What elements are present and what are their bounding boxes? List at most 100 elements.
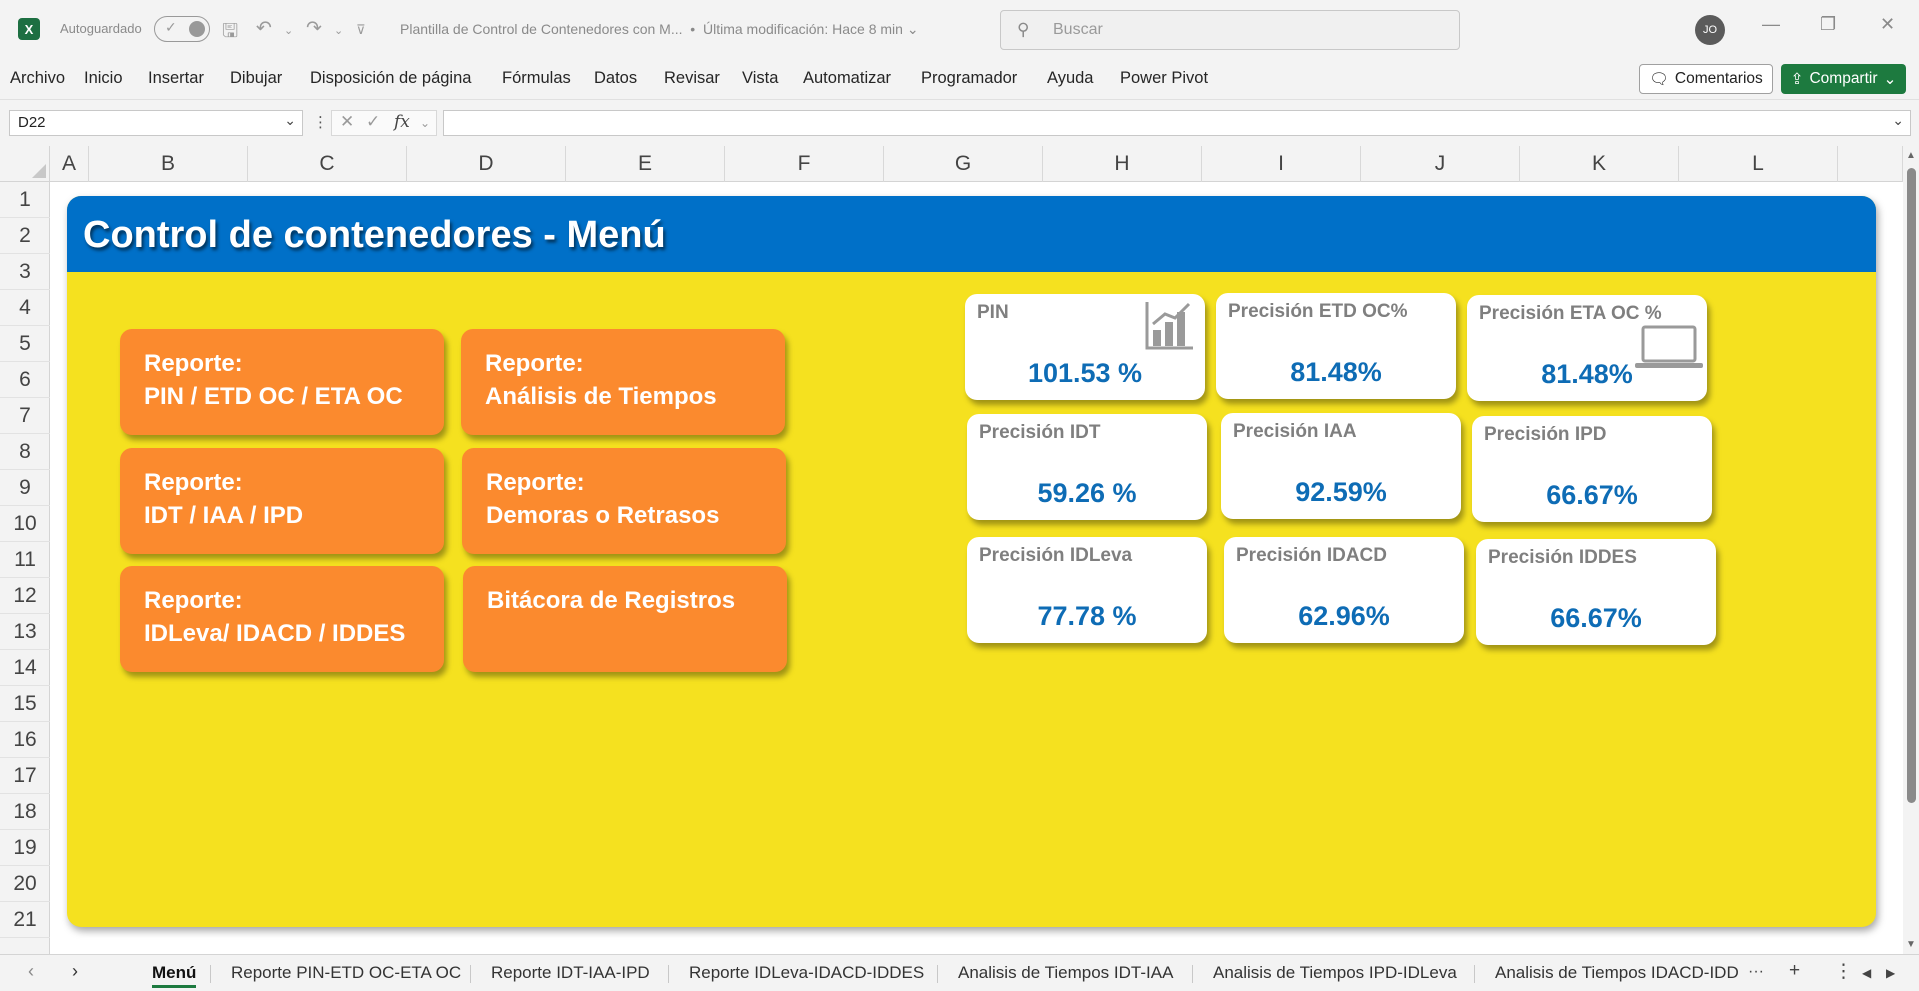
column-header[interactable]: J — [1361, 146, 1520, 182]
tab-analisis-idacd[interactable]: Analisis de Tiempos IDACD-IDD — [1495, 963, 1739, 983]
column-header[interactable]: H — [1043, 146, 1202, 182]
scroll-up-icon[interactable]: ▲ — [1906, 150, 1916, 161]
report-demoras-button[interactable]: Reporte: Demoras o Retrasos — [462, 448, 786, 554]
row-header[interactable]: 6 — [0, 362, 50, 398]
row-header[interactable]: 12 — [0, 578, 50, 614]
chevron-down-icon[interactable]: ⌄ — [420, 116, 430, 130]
kpi-label: PIN — [977, 302, 1009, 323]
column-header[interactable]: L — [1679, 146, 1838, 182]
report-idt-iaa-ipd-button[interactable]: Reporte: IDT / IAA / IPD — [120, 448, 444, 554]
row-header[interactable]: 1 — [0, 182, 50, 218]
menu-automatizar[interactable]: Automatizar — [803, 69, 891, 88]
formula-controls: ✕ ✓ fx ⌄ — [331, 110, 437, 136]
column-header[interactable]: G — [884, 146, 1043, 182]
column-header[interactable]: A — [50, 146, 89, 182]
menu-power-pivot[interactable]: Power Pivot — [1120, 69, 1208, 88]
tab-reporte-idleva[interactable]: Reporte IDLeva-IDACD-IDDES — [689, 963, 924, 983]
menu-disposicion[interactable]: Disposición de página — [310, 69, 471, 88]
autosave-toggle[interactable]: ✓ — [154, 16, 210, 42]
bitacora-registros-button[interactable]: Bitácora de Registros — [463, 566, 787, 672]
row-header[interactable]: 21 — [0, 902, 50, 938]
search-input[interactable]: ⚲ Buscar — [1000, 10, 1460, 50]
report-pin-etd-eta-button[interactable]: Reporte: PIN / ETD OC / ETA OC — [120, 329, 444, 435]
scroll-left-icon[interactable]: ◀ — [1862, 966, 1871, 980]
expand-formula-icon[interactable]: ⌄ — [1892, 112, 1904, 129]
row-header[interactable]: 16 — [0, 722, 50, 758]
scroll-right-icon[interactable]: ▶ — [1886, 966, 1895, 980]
tab-scroll-right-icon[interactable]: › — [72, 961, 78, 982]
row-header[interactable]: 8 — [0, 434, 50, 470]
tab-reporte-idt[interactable]: Reporte IDT-IAA-IPD — [491, 963, 650, 983]
add-sheet-button[interactable]: + — [1789, 960, 1800, 982]
more-tabs-button[interactable]: ··· — [1748, 963, 1764, 981]
menu-vista[interactable]: Vista — [742, 69, 778, 88]
save-icon[interactable]: 🖫 — [222, 17, 238, 49]
column-header[interactable]: K — [1520, 146, 1679, 182]
share-button[interactable]: ⇪ Compartir ⌄ — [1781, 64, 1906, 94]
document-title[interactable]: Plantilla de Control de Contenedores con… — [400, 21, 919, 38]
menu-archivo[interactable]: Archivo — [10, 69, 65, 88]
name-box[interactable]: D22 ⌄ — [9, 110, 303, 136]
redo-icon[interactable]: ↷ — [306, 17, 322, 40]
redo-dropdown-icon[interactable]: ⌄ — [334, 24, 343, 37]
menu-revisar[interactable]: Revisar — [664, 69, 720, 88]
tab-divider — [1192, 965, 1193, 983]
close-icon[interactable]: ✕ — [1880, 14, 1895, 35]
formula-input[interactable]: ⌄ — [443, 110, 1911, 136]
row-header[interactable]: 2 — [0, 218, 50, 254]
column-header[interactable]: C — [248, 146, 407, 182]
insert-function-icon[interactable]: fx — [394, 112, 410, 132]
tab-analisis-idt[interactable]: Analisis de Tiempos IDT-IAA — [958, 963, 1173, 983]
restore-icon[interactable]: ❐ — [1820, 14, 1836, 35]
menu-dibujar[interactable]: Dibujar — [230, 69, 282, 88]
column-header[interactable]: D — [407, 146, 566, 182]
row-header[interactable]: 17 — [0, 758, 50, 794]
tab-analisis-ipd[interactable]: Analisis de Tiempos IPD-IDLeva — [1213, 963, 1457, 983]
menu-programador[interactable]: Programador — [921, 69, 1017, 88]
button-line1: Reporte: — [486, 469, 585, 496]
cancel-icon[interactable]: ✕ — [340, 112, 354, 132]
column-header[interactable]: B — [89, 146, 248, 182]
chevron-down-icon: ⌄ — [906, 21, 919, 37]
column-header[interactable]: F — [725, 146, 884, 182]
scrollbar-thumb[interactable] — [1907, 168, 1916, 803]
undo-dropdown-icon[interactable]: ⌄ — [284, 24, 293, 37]
tab-options-icon[interactable]: ⋮ — [1834, 960, 1853, 983]
tab-reporte-pin[interactable]: Reporte PIN-ETD OC-ETA OC — [231, 963, 461, 983]
report-idleva-idacd-iddes-button[interactable]: Reporte: IDLeva/ IDACD / IDDES — [120, 566, 444, 672]
menu-ayuda[interactable]: Ayuda — [1047, 69, 1094, 88]
tab-menu[interactable]: Menú — [152, 963, 197, 988]
customize-toolbar-icon[interactable]: ⊽ — [356, 22, 366, 38]
row-header[interactable]: 5 — [0, 326, 50, 362]
column-header[interactable]: I — [1202, 146, 1361, 182]
more-options-icon[interactable]: ⋮ — [313, 113, 328, 131]
row-header[interactable]: 14 — [0, 650, 50, 686]
avatar[interactable]: JO — [1695, 15, 1725, 45]
enter-icon[interactable]: ✓ — [366, 112, 380, 132]
row-header[interactable]: 3 — [0, 254, 50, 290]
column-header[interactable]: E — [566, 146, 725, 182]
row-header[interactable]: 20 — [0, 866, 50, 902]
minimize-icon[interactable]: — — [1762, 14, 1780, 35]
row-header[interactable]: 10 — [0, 506, 50, 542]
tab-scroll-left-icon[interactable]: ‹ — [28, 961, 34, 982]
row-header[interactable]: 11 — [0, 542, 50, 578]
scroll-down-icon[interactable]: ▼ — [1906, 939, 1916, 950]
comments-button[interactable]: 🗨 Comentarios — [1639, 64, 1773, 94]
vertical-scrollbar[interactable]: ▲ ▼ — [1903, 146, 1919, 954]
row-header[interactable]: 7 — [0, 398, 50, 434]
report-analisis-tiempos-button[interactable]: Reporte: Análisis de Tiempos — [461, 329, 785, 435]
row-header[interactable]: 19 — [0, 830, 50, 866]
row-header[interactable]: 13 — [0, 614, 50, 650]
menu-inicio[interactable]: Inicio — [84, 69, 123, 88]
menu-insertar[interactable]: Insertar — [148, 69, 204, 88]
select-all-corner[interactable] — [0, 146, 50, 182]
row-header[interactable]: 18 — [0, 794, 50, 830]
menu-datos[interactable]: Datos — [594, 69, 637, 88]
undo-icon[interactable]: ↶ — [256, 17, 272, 40]
row-header[interactable]: 15 — [0, 686, 50, 722]
row-header[interactable]: 9 — [0, 470, 50, 506]
chevron-down-icon[interactable]: ⌄ — [284, 112, 296, 129]
row-header[interactable]: 4 — [0, 290, 50, 326]
menu-formulas[interactable]: Fórmulas — [502, 69, 571, 88]
